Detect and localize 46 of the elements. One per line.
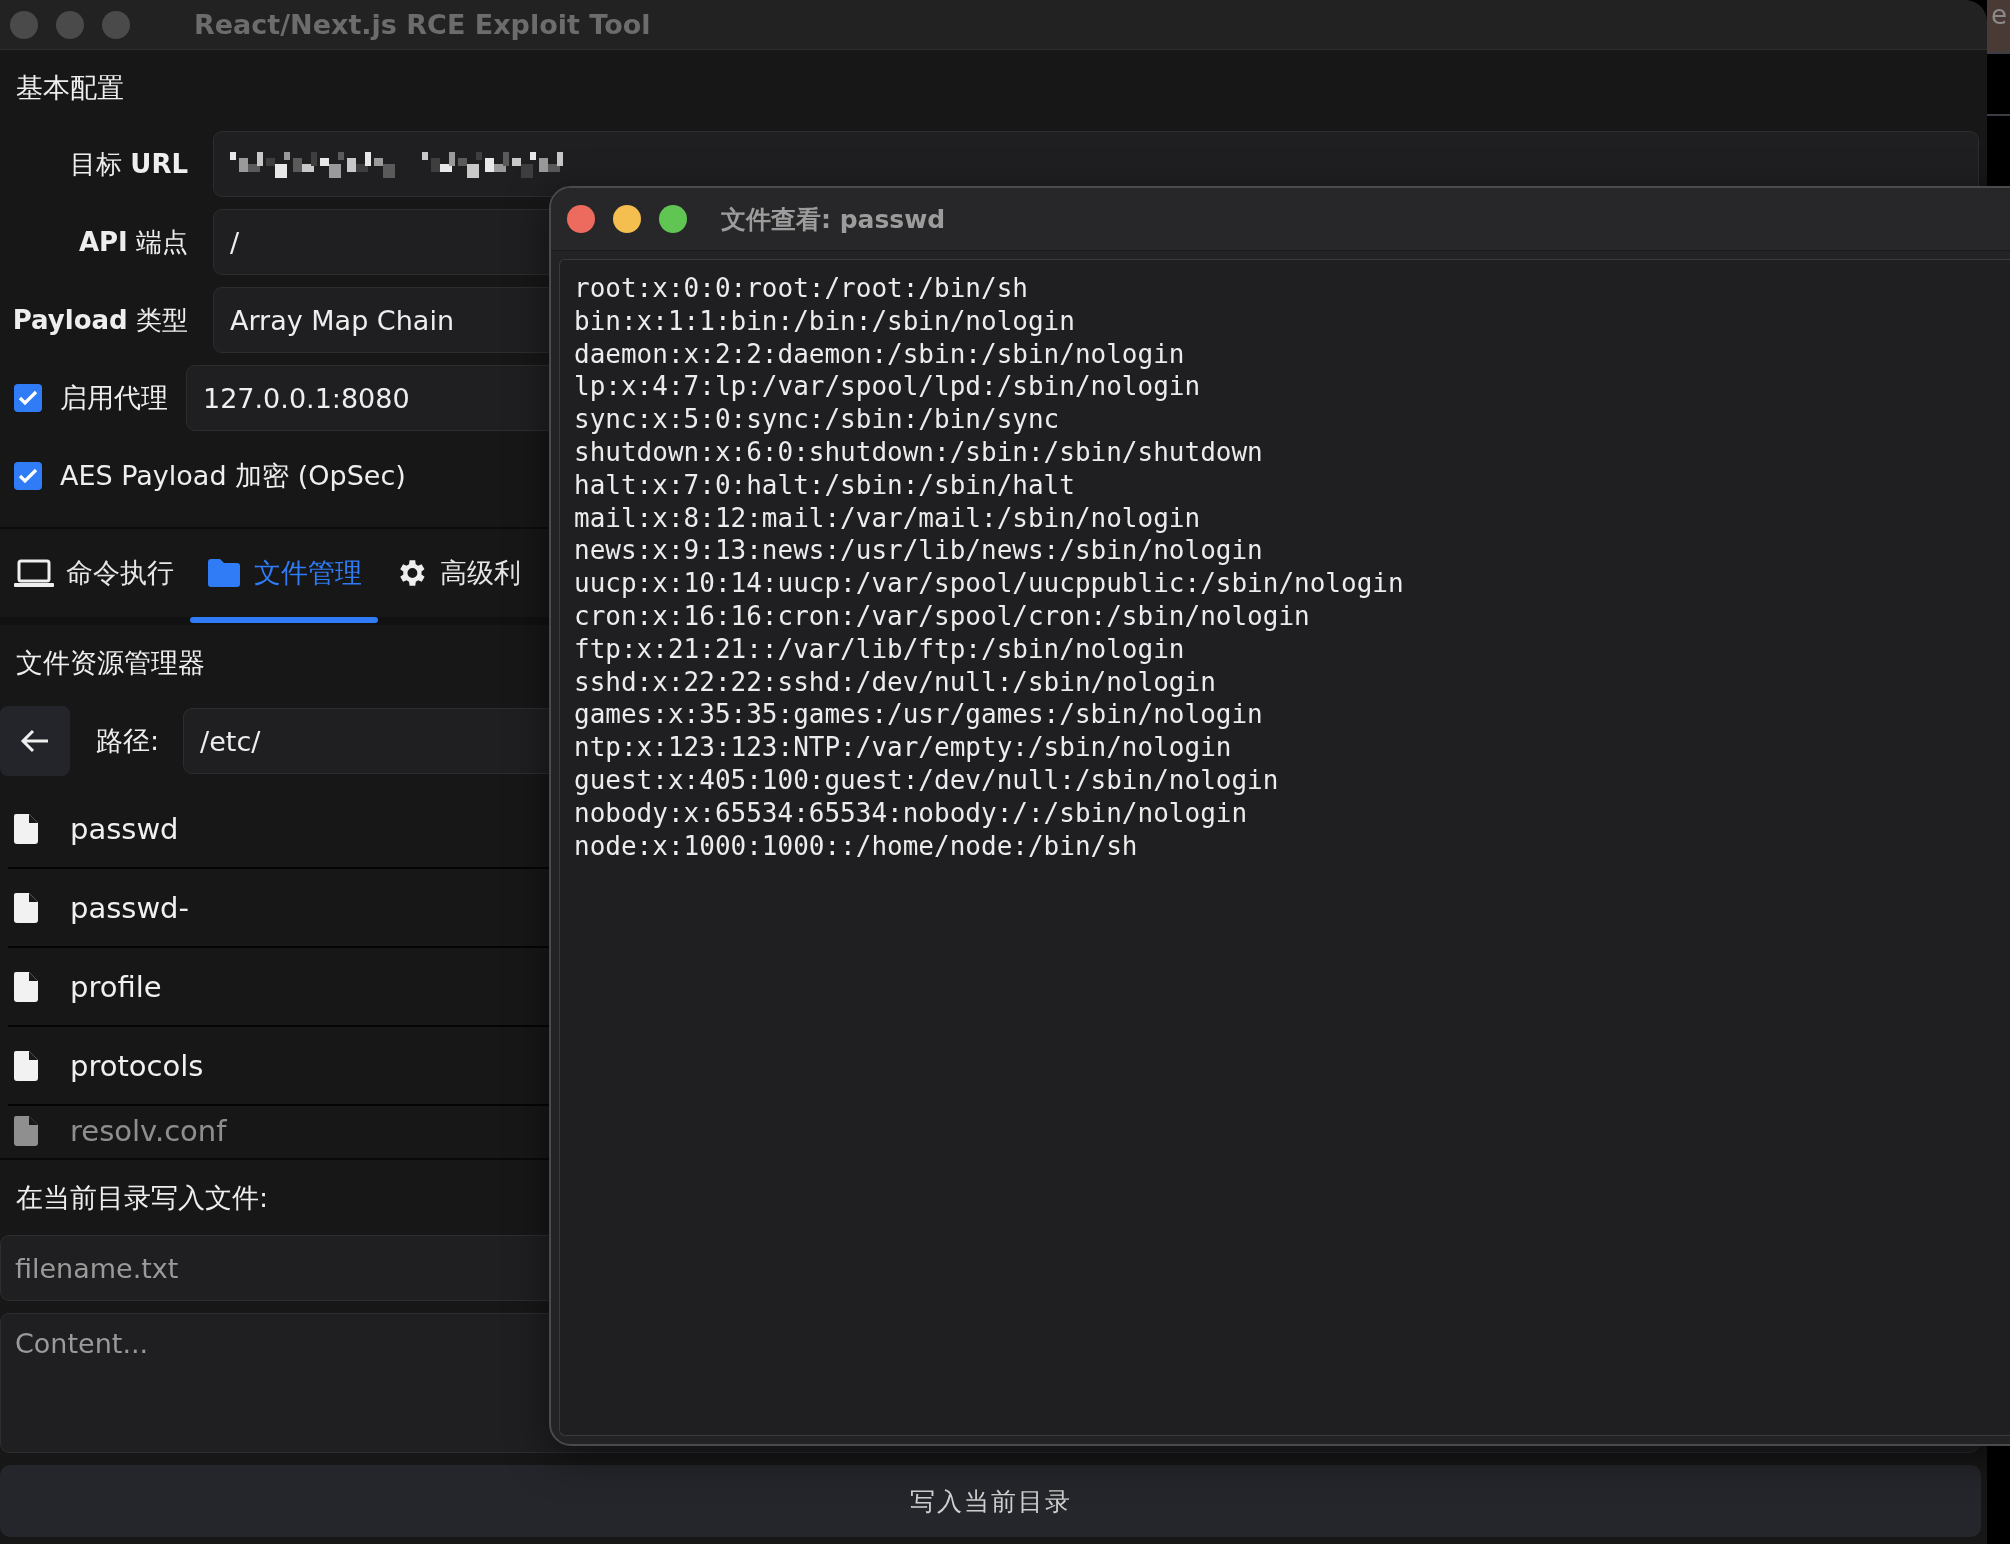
checkbox-label: AES Payload 加密 (OpSec) [60,459,406,493]
window-control[interactable] [567,205,595,233]
file-line: guest:x:405:100:guest:/dev/null:/sbin/nologin [574,763,1279,797]
file-line: sshd:x:22:22:sshd:/dev/null:/sbin/nologin [574,665,1216,699]
file-line: games:x:35:35:games:/usr/games:/sbin/nologin [574,698,1263,732]
file-icon [14,1116,38,1146]
field-label: Payload 类型 [11,303,189,337]
file-line: uucp:x:10:14:uucp:/var/spool/uucppublic:/sbin/nologin [574,567,1404,600]
file-line: shutdown:x:6:0:shutdown:/sbin:/sbin/shutdown [574,436,1263,469]
file-line: root:x:0:0:root:/root:/bin/sh [574,272,1028,305]
back-button[interactable] [0,706,70,776]
file-line: bin:x:1:1:bin:/bin:/sbin/nologin [574,304,1075,338]
file-line: nobody:x:65534:65534:nobody:/:/sbin/nologin [574,796,1248,830]
file-line: halt:x:7:0:halt:/sbin:/sbin/halt [574,468,1075,502]
background-window-text: e [1987,0,2010,52]
checkbox-label: 启用代理 [60,381,168,415]
file-line: lp:x:4:7:lp:/var/spool/lpd:/sbin/nologin [574,370,1201,404]
file-line: cron:x:16:16:cron:/var/spool/cron:/sbin/nologin [574,599,1310,633]
back-arrow-icon [20,728,50,754]
file-line: daemon:x:2:2:daemon:/sbin:/sbin/nologin [574,337,1185,371]
path-label: 路径: [96,724,160,758]
tab[interactable]: 命令执行 [0,529,190,617]
section-heading: 在当前目录写入文件: [15,1180,270,1215]
field-label: API 端点 [77,225,189,259]
window-control[interactable] [613,205,641,233]
laptop-icon [14,558,54,588]
folder-icon [206,558,242,588]
file-line: ntp:x:123:123:NTP:/var/empty:/sbin/nologin [574,731,1232,764]
file-item[interactable]: resolv.conf [8,1106,1987,1156]
window-control[interactable] [659,205,687,233]
file-line: news:x:9:13:news:/usr/lib/news:/sbin/nologin [574,534,1263,568]
file-line: sync:x:5:0:sync:/sbin:/bin/sync [574,403,1060,436]
file-line: ftp:x:21:21::/var/lib/ftp:/sbin/nologin [574,632,1185,666]
file-line: mail:x:8:12:mail:/var/mail:/sbin/nologin [574,501,1201,535]
section-heading: 基本配置 [15,70,125,105]
write-button[interactable]: 写入当前目录 [0,1465,1981,1537]
window-title: 文件查看: passwd [721,203,946,236]
window-title: React/Next.js RCE Exploit Tool [194,9,651,40]
file-icon [14,971,38,1002]
section-heading: 文件资源管理器 [15,645,206,680]
tab[interactable]: 高级利 [378,529,537,617]
file-icon [14,813,38,844]
file-line: node:x:1000:1000::/home/node:/bin/sh [574,829,1138,863]
field-label: 目标 URL [69,147,189,181]
file-icon [14,892,38,923]
file-icon [14,1050,38,1081]
